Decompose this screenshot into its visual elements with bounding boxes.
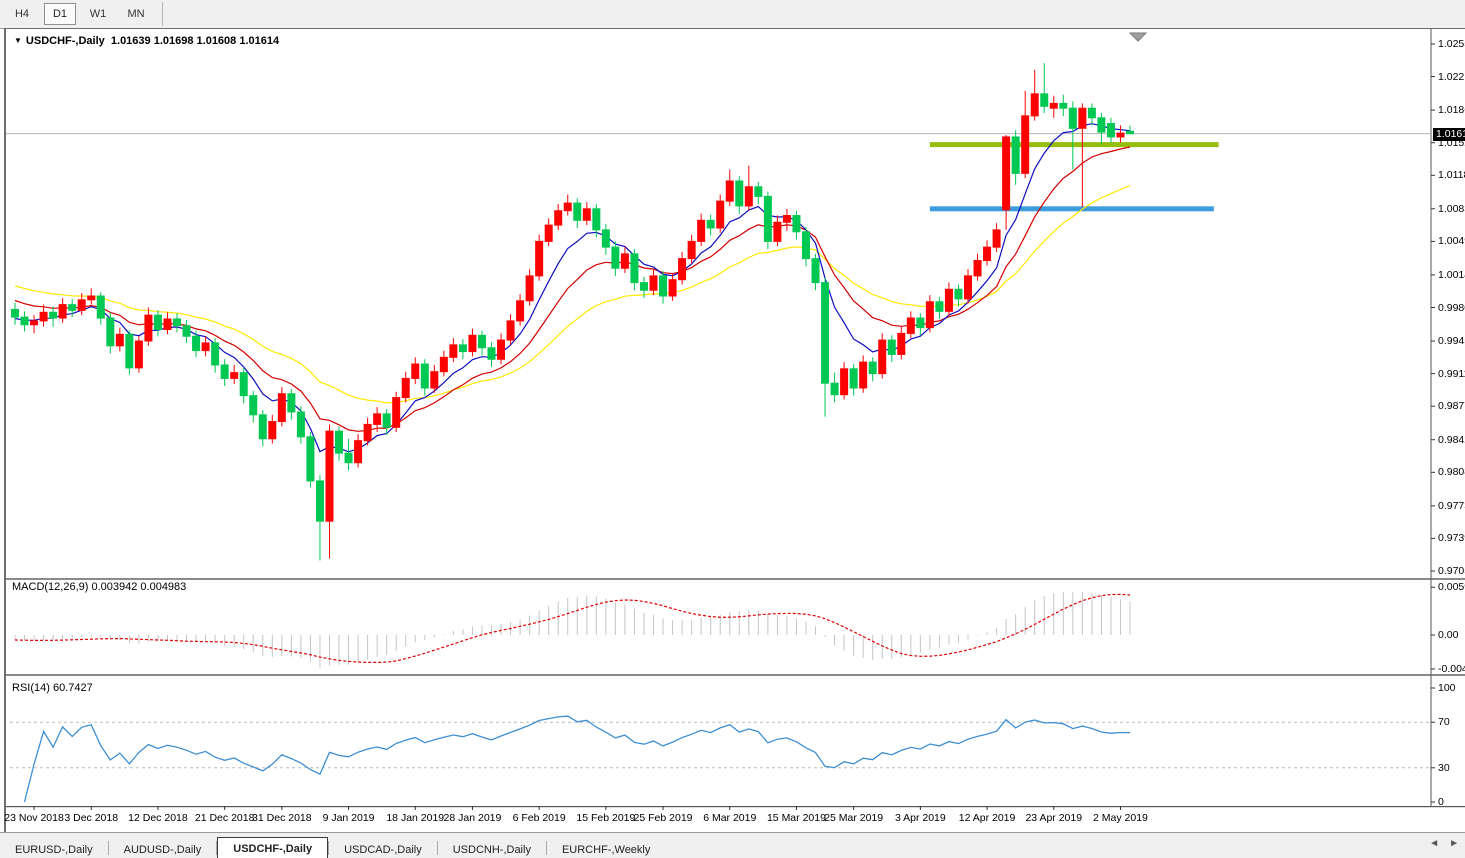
chart-tab-usdchf[interactable]: USDCHF-,Daily: [217, 837, 328, 858]
macd-panel[interactable]: [6, 580, 1430, 674]
rsi-panel[interactable]: [6, 676, 1430, 807]
timeframe-button-d1[interactable]: D1: [44, 3, 76, 25]
chart-tab-eurusd[interactable]: EURUSD-,Daily: [0, 840, 108, 858]
chart-tab-usdcnh[interactable]: USDCNH-,Daily: [438, 840, 546, 858]
timeframe-button-mn[interactable]: MN: [120, 3, 152, 25]
chart-tab-eurchf[interactable]: EURCHF-,Weekly: [547, 840, 665, 858]
chart-tab-usdcad[interactable]: USDCAD-,Daily: [329, 840, 437, 858]
tab-scrollers: ◄ ►: [1429, 838, 1459, 850]
chart-tab-bar: EURUSD-,DailyAUDUSD-,DailyUSDCHF-,DailyU…: [0, 832, 1465, 858]
price-axis[interactable]: [1431, 29, 1465, 807]
tab-scroll-right-icon[interactable]: ►: [1449, 838, 1459, 850]
chart-frame: ▼USDCHF-,Daily 1.01639 1.01698 1.01608 1…: [4, 28, 1465, 832]
chart-tab-audusd[interactable]: AUDUSD-,Daily: [109, 840, 217, 858]
main-chart-panel[interactable]: [6, 29, 1430, 578]
timeframe-toolbar: H4 D1 W1 MN: [0, 0, 1465, 29]
timeframe-button-h4[interactable]: H4: [6, 3, 38, 25]
timeframe-button-w1[interactable]: W1: [82, 3, 114, 25]
toolbar-divider: [162, 2, 163, 26]
tab-scroll-left-icon[interactable]: ◄: [1429, 838, 1439, 850]
trading-platform-window: H4 D1 W1 MN ▼USDCHF-,Daily 1.01639 1.01698 …: [0, 0, 1465, 858]
date-axis[interactable]: [6, 808, 1430, 832]
